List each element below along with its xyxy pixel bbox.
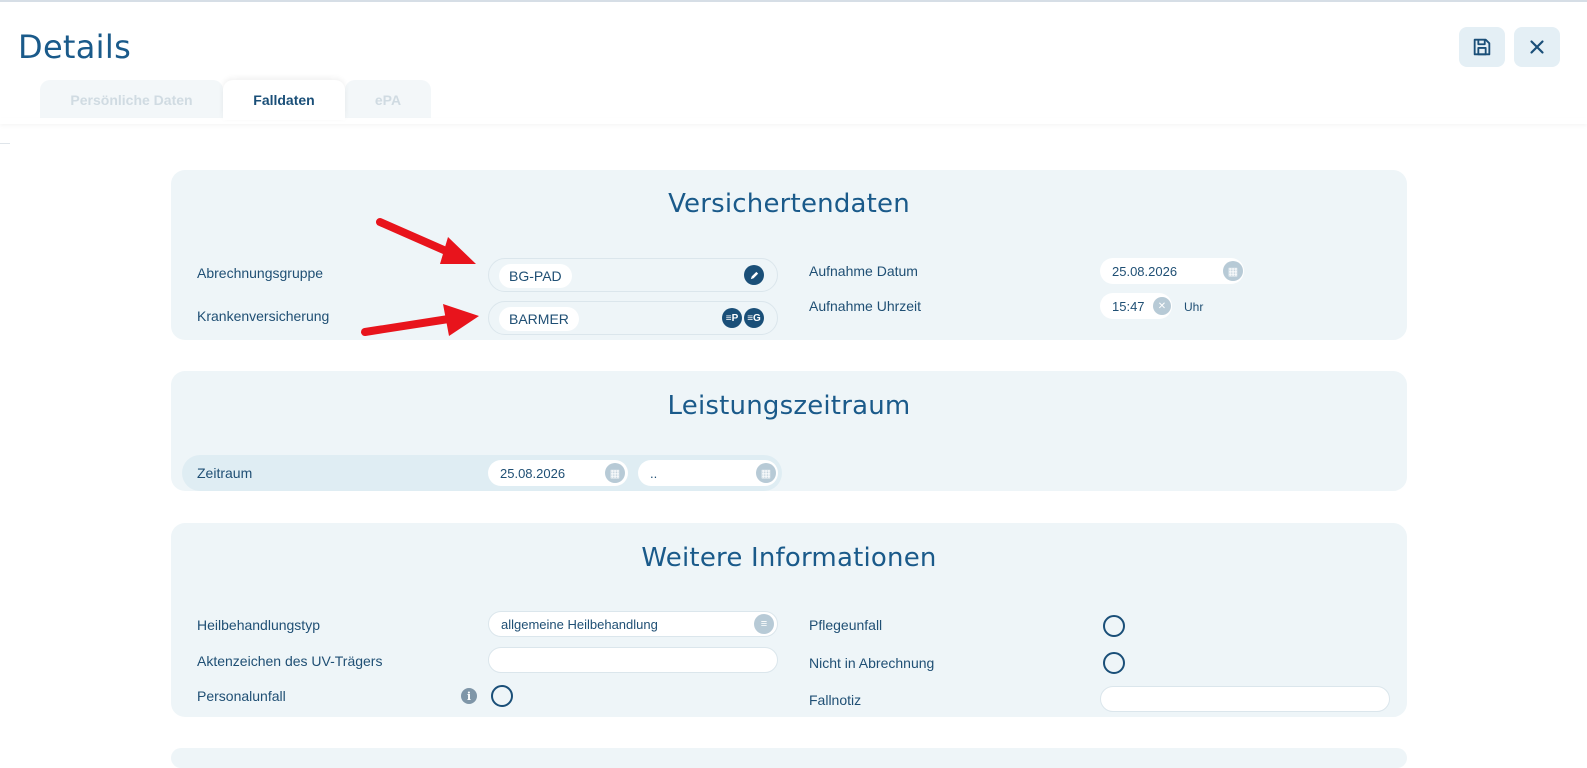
edit-icon[interactable] [744,265,764,285]
close-button[interactable] [1514,27,1560,67]
uhr-unit: Uhr [1184,300,1204,314]
abrechnungsgruppe-field[interactable]: BG-PAD [488,258,778,292]
aktenzeichen-input[interactable] [488,647,778,673]
clear-icon[interactable]: ✕ [1153,297,1171,315]
close-icon [1530,40,1544,54]
zeitraum-to-value: .. [650,465,658,481]
fallnotiz-label: Fallnotiz [809,692,862,708]
krankenversicherung-field[interactable]: BARMER ≡ P ≡ G [488,301,778,335]
aufnahme-datum-value: 25.08.2026 [1112,263,1178,279]
statutory-insurance-icon[interactable]: ≡ G [744,308,764,328]
calendar-icon[interactable]: ▦ [756,463,776,483]
pflegeunfall-label: Pflegeunfall [809,617,883,633]
personalunfall-radio[interactable] [491,685,513,707]
nicht-in-abrechnung-label: Nicht in Abrechnung [809,655,935,671]
tab-bar: Persönliche Daten Falldaten ePA [40,80,431,120]
pflegeunfall-radio[interactable] [1103,615,1125,637]
card-next [171,748,1407,768]
zeitraum-from-value: 25.08.2026 [500,465,566,481]
badge-g-label: G [753,312,761,324]
list-icon[interactable]: ≡ [754,614,774,634]
section-title: Versichertendaten [668,189,910,219]
krankenversicherung-value: BARMER [499,307,579,331]
krankenversicherung-label: Krankenversicherung [197,308,330,324]
info-icon[interactable]: i [461,688,477,704]
top-border [0,0,1587,2]
private-insurance-icon[interactable]: ≡ P [722,308,742,328]
save-icon [1473,38,1491,56]
divider [0,143,10,144]
aufnahme-uhrzeit-value: 15:47 [1112,298,1145,314]
aufnahme-uhrzeit-label: Aufnahme Uhrzeit [809,298,922,314]
annotation-arrow-icon [376,218,476,264]
heilbehandlungstyp-select[interactable]: allgemeine Heilbehandlung [488,611,778,637]
abrechnungsgruppe-value: BG-PAD [499,264,572,288]
section-title: Weitere Informationen [641,543,937,573]
badge-p-label: P [731,312,739,324]
nicht-in-abrechnung-radio[interactable] [1103,652,1125,674]
aktenzeichen-label: Aktenzeichen des UV-Trägers [197,653,383,669]
zeitraum-label: Zeitraum [197,465,253,481]
tab-falldaten[interactable]: Falldaten [223,80,345,120]
card-weitere-informationen: Weitere Informationen Heilbehandlungstyp… [171,523,1407,717]
page-title: Details [18,28,132,66]
save-button[interactable] [1459,27,1505,67]
tab-persoenliche-daten[interactable]: Persönliche Daten [40,80,223,120]
aufnahme-datum-label: Aufnahme Datum [809,263,918,279]
annotation-arrow-icon [361,304,479,336]
heilbehandlungstyp-value: allgemeine Heilbehandlung [501,616,658,632]
calendar-icon[interactable]: ▦ [1223,261,1243,281]
heilbehandlungstyp-label: Heilbehandlungstyp [197,617,320,633]
fallnotiz-input[interactable] [1100,686,1390,712]
calendar-icon[interactable]: ▦ [605,463,625,483]
zeitraum-row: Zeitraum 25.08.2026 ▦ .. ▦ [182,455,782,491]
tab-epa[interactable]: ePA [345,80,431,120]
card-leistungszeitraum: Leistungszeitraum Zeitraum 25.08.2026 ▦ … [171,371,1407,491]
personalunfall-label: Personalunfall [197,688,286,704]
abrechnungsgruppe-label: Abrechnungsgruppe [197,265,324,281]
section-title: Leistungszeitraum [667,391,911,421]
